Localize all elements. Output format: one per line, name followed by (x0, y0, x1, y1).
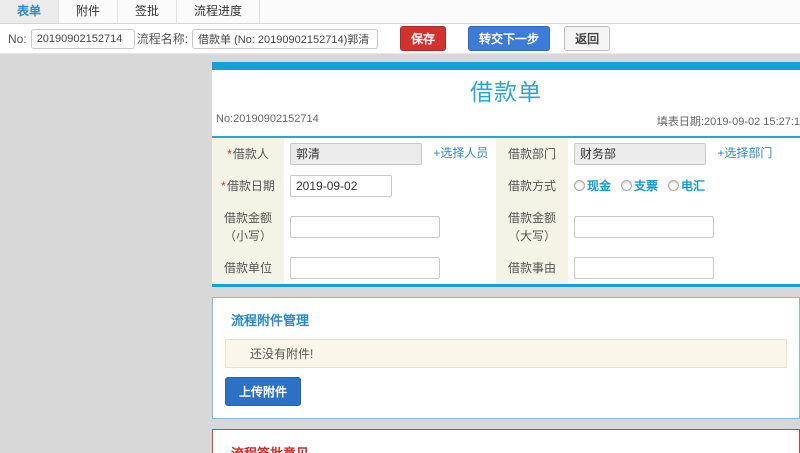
approval-panel: 流程签批意见 B I abc ✎ ∞ ∞ ⚑ (212, 428, 800, 453)
tab-bar: 表单 附件 签批 流程进度 (0, 0, 800, 24)
method-label-cell: 借款方式 (496, 169, 568, 202)
reason-label-cell: 借款事由 (496, 251, 568, 286)
attachment-panel: 流程附件管理 还没有附件! 上传附件 (212, 296, 800, 419)
back-button[interactable]: 返回 (564, 26, 611, 51)
form-number: No:20190902152714 (216, 112, 319, 125)
form-title: 借款单 (470, 79, 542, 105)
required-mark: * (221, 178, 226, 193)
attachment-heading: 流程附件管理 (231, 312, 310, 328)
panel-accent-bar (212, 62, 800, 70)
loan-form-panel: 借款单 No:20190902152714 填表日期:2019-09-02 15… (212, 62, 800, 287)
amount-uppercase-input[interactable] (574, 215, 714, 238)
no-attachment-message: 还没有附件! (225, 338, 787, 368)
process-name-label: 流程名称: (136, 32, 189, 46)
save-button[interactable]: 保存 (400, 26, 447, 51)
department-input[interactable] (574, 142, 706, 165)
tab-approval[interactable]: 签批 (118, 0, 178, 23)
form-meta-row: No:20190902152714 填表日期:2019-09-02 15:27:… (212, 113, 800, 136)
borrower-input[interactable] (290, 142, 422, 165)
tab-attachment[interactable]: 附件 (59, 0, 119, 23)
forward-next-step-button[interactable]: 转交下一步 (468, 26, 551, 51)
radio-circle-icon (621, 180, 633, 192)
tab-process-progress[interactable]: 流程进度 (177, 0, 261, 23)
amount-lower-label-cell: 借款金额（小写） (212, 201, 284, 252)
select-department-link[interactable]: +选择部门 (717, 146, 772, 160)
select-person-link[interactable]: +选择人员 (433, 146, 488, 160)
loan-form-table: *借款人 +选择人员 借款部门 +选择部门 (212, 135, 800, 287)
no-label: No: (8, 31, 27, 46)
table-row: *借款人 +选择人员 借款部门 +选择部门 (212, 136, 800, 170)
upload-attachment-button[interactable]: 上传附件 (225, 376, 302, 406)
radio-wire-transfer[interactable]: 电汇 (668, 177, 705, 194)
radio-circle-icon (668, 180, 680, 192)
radio-cheque[interactable]: 支票 (621, 177, 658, 194)
radio-cash[interactable]: 现金 (574, 177, 611, 194)
table-row: *借款日期 借款方式 现金 (212, 169, 800, 202)
borrow-unit-input[interactable] (290, 256, 440, 279)
required-mark: * (227, 146, 232, 161)
department-label-cell: 借款部门 (496, 136, 568, 170)
date-label-cell: *借款日期 (212, 169, 284, 202)
amount-lowercase-input[interactable] (290, 215, 440, 238)
process-name-input[interactable] (192, 28, 379, 49)
borrow-reason-input[interactable] (574, 256, 714, 279)
table-row: 借款金额（小写） 借款金额（大写） (212, 201, 800, 252)
radio-circle-icon (574, 180, 585, 192)
borrow-method-radios: 现金 支票 电汇 (574, 177, 705, 194)
amount-upper-label-cell: 借款金额（大写） (496, 201, 568, 252)
main-area: 借款单 No:20190902152714 填表日期:2019-09-02 15… (0, 54, 800, 453)
borrower-label-cell: *借款人 (212, 136, 284, 170)
form-fill-date: 填表日期:2019-09-02 15:27:1 (656, 115, 800, 128)
unit-label-cell: 借款单位 (212, 251, 284, 286)
no-input[interactable] (30, 28, 135, 49)
borrow-date-input[interactable] (290, 174, 392, 197)
table-row: 借款单位 借款事由 (212, 251, 800, 286)
tab-form[interactable]: 表单 (0, 0, 60, 23)
action-toolbar: No: 流程名称: 保存 转交下一步 返回 (0, 24, 800, 54)
approval-heading: 流程签批意见 (231, 443, 787, 453)
